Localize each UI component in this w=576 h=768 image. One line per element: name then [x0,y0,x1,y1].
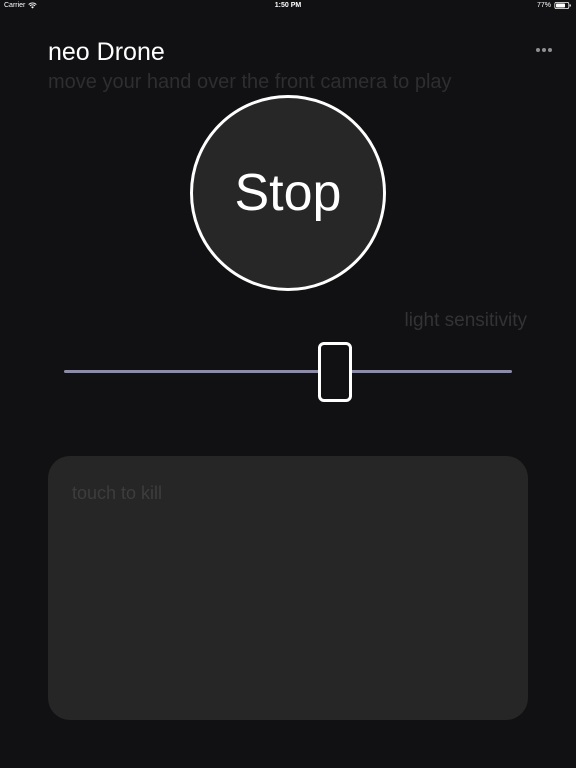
app-title: neo Drone [48,38,165,66]
kill-touch-area[interactable]: touch to kill [48,456,528,720]
instruction-text: move your hand over the front camera to … [48,71,452,93]
stop-button-label: Stop [234,164,342,222]
stop-button[interactable]: Stop [190,95,386,291]
status-time: 1:50 PM [274,2,302,9]
battery-icon [554,2,571,9]
status-bar: Carrier 1:50 PM 77% [0,0,576,12]
slider-track [64,370,512,373]
slider-thumb[interactable] [318,342,353,402]
more-options-icon[interactable] [534,43,554,57]
light-sensitivity-label: light sensitivity [404,310,528,331]
kill-area-label: touch to kill [72,483,163,503]
status-battery: 77% [537,2,572,9]
battery-percent: 77% [536,2,551,9]
app-screen: Carrier 1:50 PM 77% neo Drone move your … [0,0,576,768]
light-sensitivity-slider[interactable] [64,340,512,404]
